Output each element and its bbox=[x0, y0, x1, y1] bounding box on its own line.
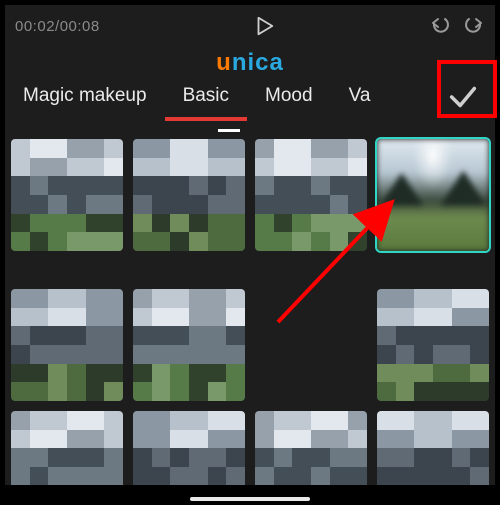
home-indicator bbox=[190, 497, 310, 501]
effect-tabs: Magic makeup Basic Mood Va bbox=[5, 81, 495, 127]
effects-grid: Blur bbox=[5, 139, 495, 485]
effect-thumb[interactable] bbox=[255, 289, 367, 401]
confirm-button[interactable] bbox=[437, 71, 489, 123]
effect-thumb[interactable] bbox=[133, 289, 245, 401]
brand-u: u bbox=[216, 49, 232, 76]
effect-thumb-blur[interactable]: Blur bbox=[377, 139, 489, 251]
playback-time: 00:02/00:08 bbox=[15, 18, 100, 35]
redo-icon bbox=[461, 14, 485, 38]
tab-magic-makeup[interactable]: Magic makeup bbox=[5, 85, 165, 117]
effect-thumb[interactable] bbox=[11, 411, 123, 485]
effect-thumb[interactable] bbox=[377, 289, 489, 401]
effect-thumb[interactable] bbox=[255, 411, 367, 485]
effect-thumb[interactable] bbox=[11, 289, 123, 401]
undo-icon bbox=[429, 14, 453, 38]
effect-thumb[interactable] bbox=[377, 411, 489, 485]
tab-basic[interactable]: Basic bbox=[165, 85, 247, 121]
active-tab-indicator bbox=[218, 129, 240, 132]
playback-bar: 00:02/00:08 bbox=[5, 5, 495, 47]
play-button[interactable] bbox=[253, 15, 275, 37]
undo-button[interactable] bbox=[429, 14, 453, 38]
blur-preview bbox=[377, 139, 489, 251]
tab-mood[interactable]: Mood bbox=[247, 85, 331, 117]
effect-thumb[interactable] bbox=[11, 139, 123, 251]
brand-logo: unica bbox=[5, 47, 495, 81]
redo-button[interactable] bbox=[461, 14, 485, 38]
brand-rest: nica bbox=[232, 49, 284, 76]
effect-thumb[interactable] bbox=[133, 139, 245, 251]
check-icon bbox=[446, 80, 480, 114]
play-icon bbox=[253, 15, 275, 37]
effect-thumb[interactable] bbox=[255, 139, 367, 251]
tab-va-partial[interactable]: Va bbox=[331, 85, 389, 117]
effect-thumb[interactable] bbox=[133, 411, 245, 485]
